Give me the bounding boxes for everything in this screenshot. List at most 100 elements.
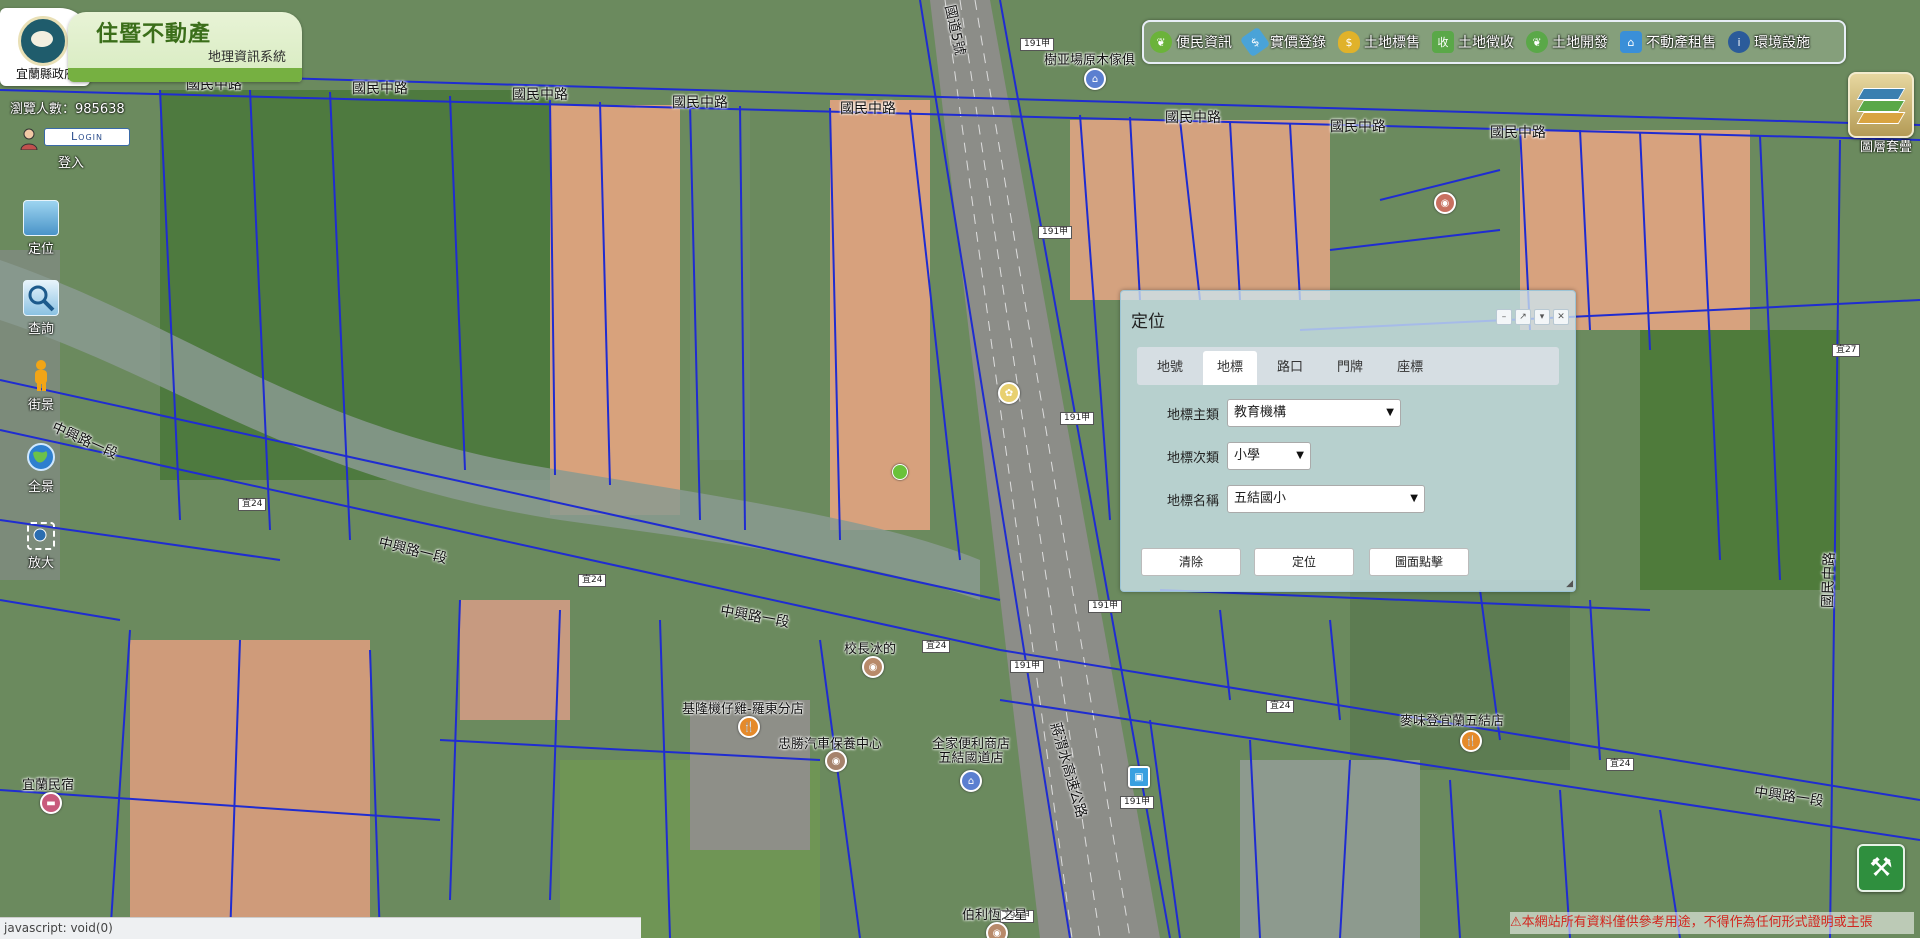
place-icon[interactable]: ◉ <box>986 922 1008 938</box>
visitor-counter: 瀏覽人數：985638 <box>10 102 125 117</box>
location-dot-icon[interactable] <box>892 464 908 480</box>
menu-land-development[interactable]: ❦ 土地開發 <box>1526 31 1608 53</box>
poi-label: 伯利恆之星 <box>962 908 1028 923</box>
zoom-box-icon <box>27 522 55 550</box>
road-label: 國民中路 <box>840 101 896 117</box>
logo-grass-decoration <box>68 68 302 82</box>
select-value: 教育機構 <box>1234 405 1287 420</box>
login-label[interactable]: 登入 <box>58 152 84 171</box>
logo-subtitle: 地理資訊系統 <box>208 50 287 65</box>
road-label: 國民中路 <box>672 95 728 111</box>
bus-stop-icon[interactable]: ▣ <box>1128 766 1150 788</box>
menu-label: 環境設施 <box>1754 35 1810 51</box>
tab-coordinates[interactable]: 座標 <box>1383 351 1437 385</box>
tool-label: 查詢 <box>27 322 54 337</box>
road-label: 國民中路 <box>512 87 568 103</box>
layers-label[interactable]: 圖層套疊 <box>1860 136 1912 155</box>
menu-environment[interactable]: i 環境設施 <box>1728 31 1810 53</box>
tool-query[interactable]: 查詢 <box>18 280 64 337</box>
tool-zoom-in[interactable]: 放大 <box>18 522 64 571</box>
landmark-category-row: 地標主類 教育機構 ▼ <box>1167 399 1401 427</box>
layers-button[interactable] <box>1848 72 1914 138</box>
menu-label: 實價登錄 <box>1270 35 1326 51</box>
menu-citizen-info[interactable]: ❦ 便民資訊 <box>1150 31 1232 53</box>
route-shield: 191甲 <box>1060 412 1095 425</box>
select-value: 五結國小 <box>1234 491 1287 506</box>
landmark-category-select[interactable]: 教育機構 ▼ <box>1227 399 1401 427</box>
poi-label: 麥味登宜蘭五結店 <box>1400 714 1505 729</box>
tab-landmark[interactable]: 地標 <box>1203 351 1258 385</box>
route-shield: 宜24 <box>1266 700 1295 713</box>
landmark-subcategory-select[interactable]: 小學 ▼ <box>1227 442 1311 470</box>
poi-label: 校長冰的 <box>844 642 897 657</box>
sprout-icon: ❦ <box>1526 31 1548 53</box>
menu-actual-price[interactable]: $ 實價登錄 <box>1239 26 1326 58</box>
shop-icon[interactable]: ⌂ <box>1084 68 1106 90</box>
route-shield: 宜24 <box>1606 758 1635 771</box>
dropdown-arrow-icon: ▼ <box>1386 407 1394 418</box>
toolbox-button[interactable]: ⚒ <box>1857 844 1905 892</box>
menu-land-sale[interactable]: $ 土地標售 <box>1338 31 1420 53</box>
select-value: 小學 <box>1234 448 1261 463</box>
locate-tabs: 地號 地標 路口 門牌 座標 <box>1137 347 1559 385</box>
route-shield: 191甲 <box>1120 796 1155 809</box>
poi-label: 忠勝汽車保養中心 <box>778 737 883 752</box>
top-menu: ❦ 便民資訊 $ 實價登錄 $ 土地標售 收 土地徵收 ❦ 土地開發 ⌂ 不動產… <box>1142 20 1846 64</box>
county-emblem-icon <box>18 16 68 66</box>
food-icon[interactable]: ◉ <box>862 656 884 678</box>
site-logo[interactable]: 宜蘭縣政府 住暨不動產 地理資訊系統 <box>0 8 305 86</box>
clear-button[interactable]: 清除 <box>1141 548 1241 576</box>
house-icon: ⌂ <box>1620 31 1642 53</box>
menu-property-rental[interactable]: ⌂ 不動產租售 <box>1620 31 1716 53</box>
dropdown-arrow-icon: ▼ <box>1296 450 1304 461</box>
dialog-title: 定位 <box>1131 312 1165 332</box>
landmark-subcategory-row: 地標次類 小學 ▼ <box>1167 442 1311 470</box>
menu-label: 土地徵收 <box>1458 35 1514 51</box>
road-label: 國民中路 <box>1820 551 1838 609</box>
landmark-name-select[interactable]: 五結國小 ▼ <box>1227 485 1425 513</box>
disclaimer: ⚠本網站所有資料僅供參考用途，不得作為任何形式證明或主張 <box>1510 912 1914 934</box>
tool-full-extent[interactable]: 全景 <box>18 440 64 495</box>
layers-icon <box>1856 88 1906 100</box>
restaurant-icon[interactable]: ◉ <box>1434 192 1456 214</box>
road-label: 國民中路 <box>1490 125 1546 141</box>
disclaimer-text: 本網站所有資料僅供參考用途，不得作為任何形式證明或主張 <box>1521 915 1873 930</box>
resize-handle-icon[interactable]: ◢ <box>1566 579 1573 589</box>
restaurant-icon[interactable]: 🍴 <box>1460 730 1482 752</box>
hotel-icon[interactable]: ▬ <box>40 792 62 814</box>
road-label: 國民中路 <box>352 81 408 97</box>
map-canvas[interactable]: 國民中路 國民中路 國民中路 國民中路 國民中路 國民中路 國民中路 國民中路 … <box>0 0 1920 938</box>
popout-icon[interactable]: ↗ <box>1515 309 1531 325</box>
collapse-icon[interactable]: ▾ <box>1534 309 1550 325</box>
poi-label: 全家便利商店 五結國道店 <box>931 737 1010 766</box>
route-shield: 宜24 <box>922 640 951 653</box>
menu-land-expropriation[interactable]: 收 土地徵收 <box>1432 31 1514 53</box>
minimize-icon[interactable]: – <box>1496 309 1512 325</box>
car-repair-icon[interactable]: ◉ <box>825 750 847 772</box>
warning-icon: ⚠ <box>1510 915 1522 930</box>
tool-label: 定位 <box>27 242 54 257</box>
tool-label: 放大 <box>27 556 54 571</box>
globe-icon <box>24 440 58 474</box>
tab-address[interactable]: 門牌 <box>1323 351 1377 385</box>
government-name: 宜蘭縣政府 <box>16 67 77 81</box>
user-icon <box>20 128 38 150</box>
road-label: 國民中路 <box>1165 110 1221 126</box>
info-icon: i <box>1728 31 1750 53</box>
route-shield: 宜27 <box>1832 344 1861 357</box>
flower-marker-icon[interactable]: ✿ <box>998 382 1020 404</box>
store-icon[interactable]: ⌂ <box>960 770 982 792</box>
tool-street-view[interactable]: 街景 <box>18 358 64 413</box>
menu-label: 土地開發 <box>1552 35 1608 51</box>
restaurant-icon[interactable]: 🍴 <box>738 716 760 738</box>
tag-icon: $ <box>1239 26 1271 58</box>
tool-locate[interactable]: 定位 <box>18 200 64 257</box>
map-click-button[interactable]: 圖面點擊 <box>1369 548 1469 576</box>
tab-intersection[interactable]: 路口 <box>1263 351 1317 385</box>
locate-button[interactable]: 定位 <box>1254 548 1354 576</box>
route-shield: 191甲 <box>1010 660 1045 673</box>
login-button[interactable]: Login <box>44 128 130 146</box>
close-icon[interactable]: ✕ <box>1553 309 1569 325</box>
field-label: 地標次類 <box>1167 450 1220 466</box>
tab-lot-number[interactable]: 地號 <box>1143 351 1197 385</box>
